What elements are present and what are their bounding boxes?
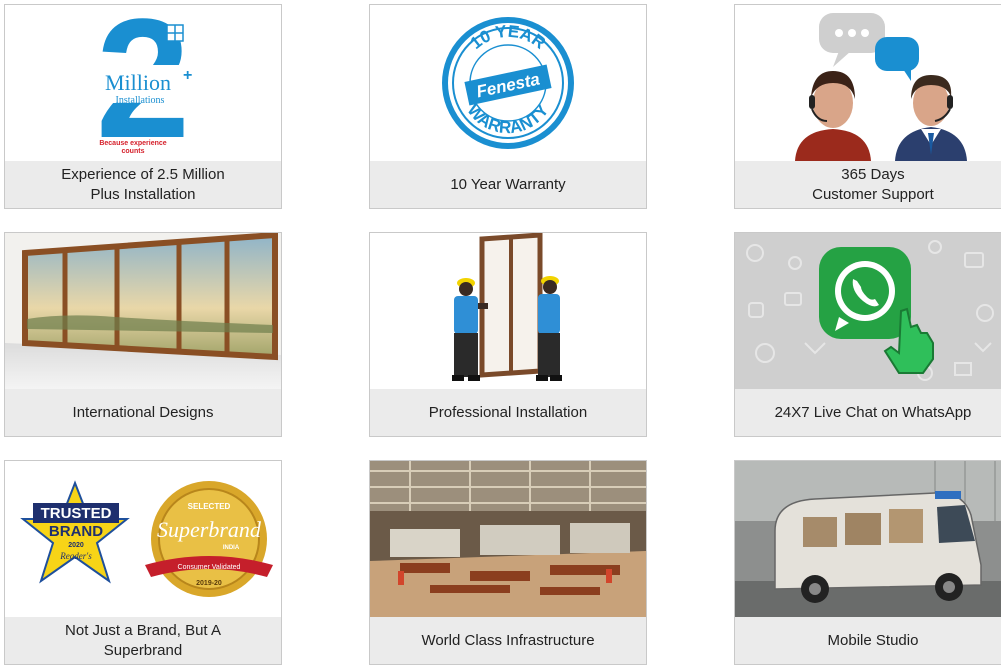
caption-line1: 10 Year Warranty [450,175,566,193]
brand-awards-image: TRUSTED BRAND 2020 Reader's SELECTED Sup… [5,461,281,617]
caption-line1: 365 Days [841,165,905,183]
card-experience[interactable]: 2 Million + Installations Because experi… [4,4,282,209]
plus-sign: + [183,67,192,84]
customer-support-icon [735,5,1001,161]
card-studio[interactable]: Mobile Studio [734,460,1001,665]
card-caption: Experience of 2.5 Million Plus Installati… [5,161,281,208]
sliding-window-icon [5,233,281,389]
caption-line1: Professional Installation [428,403,588,421]
card-caption: 24X7 Live Chat on WhatsApp [735,389,1001,436]
caption-line1: Mobile Studio [827,631,919,649]
consumer-validated-text: Consumer Validated [178,564,241,571]
card-caption: Mobile Studio [735,617,1001,664]
seal-year-text: 2019-20 [196,580,222,587]
card-caption: Professional Installation [370,389,646,436]
award-year-text: 2020 [68,542,84,549]
experience-image: 2 Million + Installations Because experi… [5,5,281,161]
card-warranty[interactable]: 10 YEAR WARRANTY Fenesta 10 Year Warrant… [369,4,647,209]
card-designs[interactable]: International Designs [4,232,282,437]
caption-line2: Superbrand [103,641,183,659]
factory-icon [370,461,646,617]
card-installation[interactable]: Professional Installation [369,232,647,437]
million-word: Million [105,70,171,95]
warranty-seal-image: 10 YEAR WARRANTY Fenesta [370,5,646,161]
caption-line2: Plus Installation [90,185,196,203]
selected-text: SELECTED [188,502,231,511]
brand-text: BRAND [49,523,103,540]
readers-text: Reader's [59,551,92,561]
tagline-line1: Because experience [99,140,166,147]
card-caption: International Designs [5,389,281,436]
van-icon [735,461,1001,617]
card-whatsapp[interactable]: 24X7 Live Chat on WhatsApp [734,232,1001,437]
card-support[interactable]: 365 Days Customer Support [734,4,1001,209]
card-infrastructure[interactable]: World Class Infrastructure [369,460,647,665]
caption-line1: World Class Infrastructure [421,631,595,649]
caption-line1: Not Just a Brand, But A [65,621,221,639]
card-superbrand[interactable]: TRUSTED BRAND 2020 Reader's SELECTED Sup… [4,460,282,665]
installers-icon [370,233,646,389]
caption-line1: International Designs [72,403,214,421]
installations-word: Installations [116,95,165,106]
caption-line2: Customer Support [812,185,934,203]
superbrand-text: Superbrand [157,517,262,542]
caption-line1: Experience of 2.5 Million [61,165,225,183]
card-caption: World Class Infrastructure [370,617,646,664]
india-text: INDIA [223,545,240,551]
trusted-text: TRUSTED [41,505,112,522]
card-caption: 365 Days Customer Support [735,161,1001,208]
tagline-line2: counts [122,148,145,155]
caption-line1: 24X7 Live Chat on WhatsApp [774,403,972,421]
card-caption: Not Just a Brand, But A Superbrand [5,617,281,664]
card-caption: 10 Year Warranty [370,161,646,208]
whatsapp-icon [735,233,1001,389]
